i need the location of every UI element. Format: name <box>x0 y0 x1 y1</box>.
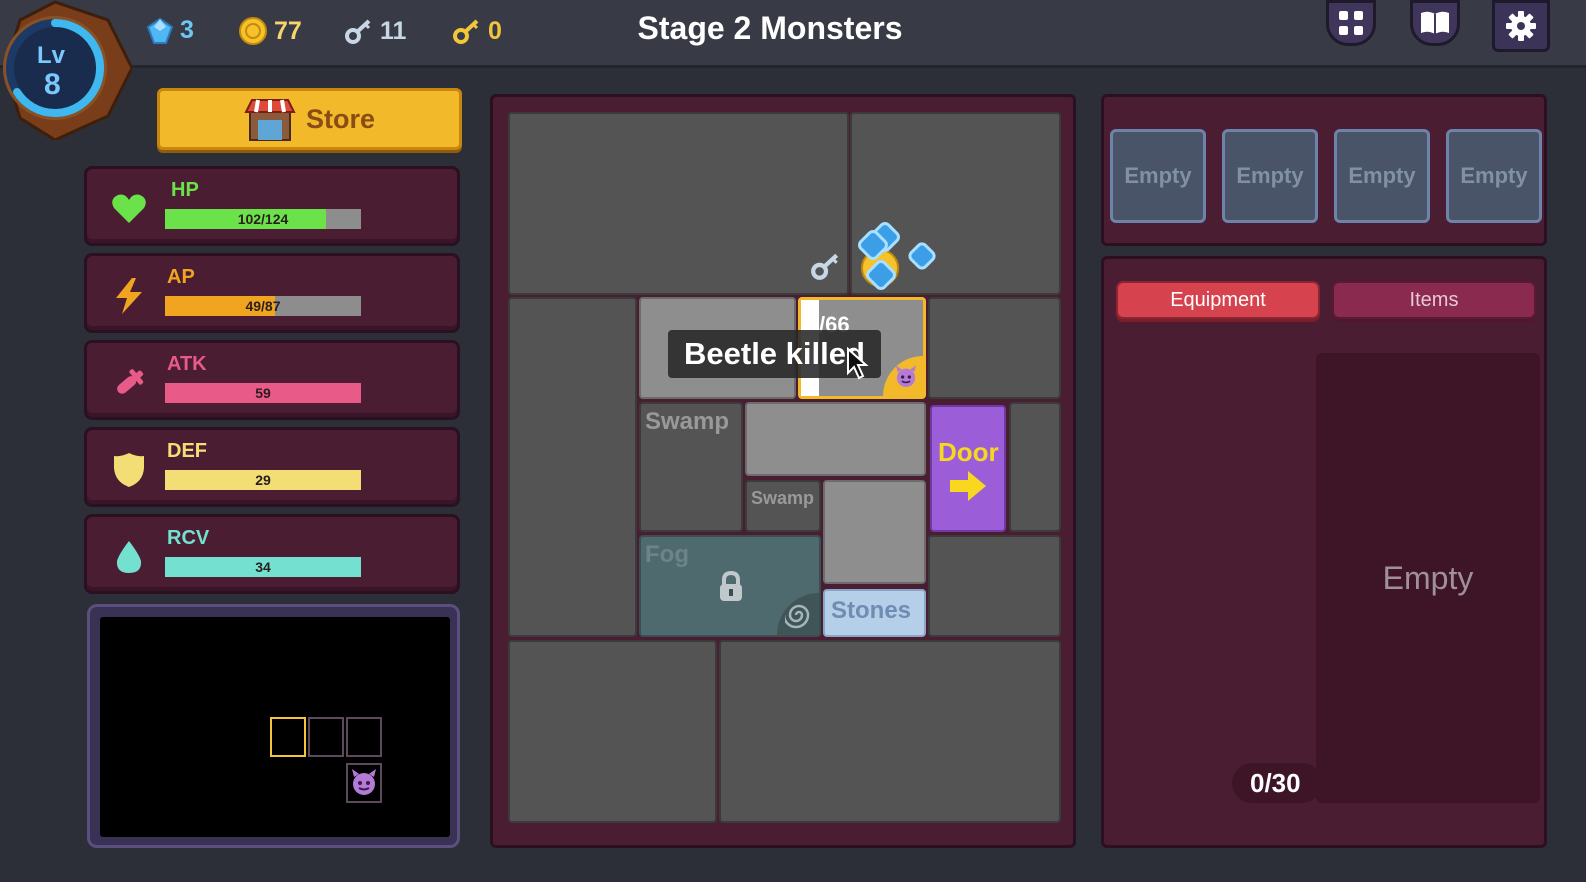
def-bar: 29 <box>165 470 361 490</box>
ap-value: 49/87 <box>245 298 281 314</box>
coin-count: 77 <box>274 16 302 45</box>
level-prefix: Lv <box>37 42 66 69</box>
equipment-slot[interactable]: Empty <box>1222 129 1318 223</box>
shield-icon <box>109 450 149 490</box>
minimap-view <box>100 617 450 837</box>
fullscreen-button[interactable] <box>1326 0 1376 46</box>
lightning-icon <box>109 276 149 316</box>
inventory-list: Empty <box>1316 353 1540 803</box>
room-tile[interactable] <box>508 112 849 295</box>
stat-name: ATK <box>167 353 207 375</box>
gear-icon <box>1506 11 1536 41</box>
coin-counter: 77 <box>238 16 302 46</box>
settings-button[interactable] <box>1492 0 1550 52</box>
swamp-tile[interactable]: Swamp <box>745 480 821 532</box>
stat-rcv: RCV 34 <box>84 514 460 594</box>
minimap[interactable] <box>87 604 460 848</box>
swamp-label: Swamp <box>645 408 730 435</box>
equipment-slot[interactable]: Empty <box>1334 129 1430 223</box>
store-button[interactable]: Store <box>157 88 462 150</box>
minimap-room-current <box>270 717 306 757</box>
stones-tile[interactable]: Stones <box>823 589 926 637</box>
door-label: Door <box>938 437 999 467</box>
tab-items[interactable]: Items <box>1332 281 1536 319</box>
room-tile[interactable] <box>823 480 926 584</box>
gem-counter: 3 <box>146 16 194 45</box>
stat-atk: ATK 59 <box>84 340 460 420</box>
room-tile[interactable] <box>928 535 1061 637</box>
stat-def: DEF 29 <box>84 427 460 507</box>
atk-bar: 59 <box>165 383 361 403</box>
monster-corner <box>883 356 923 396</box>
fog-tile[interactable]: Fog <box>639 535 821 637</box>
room-tile[interactable] <box>1009 402 1061 532</box>
game-board: /66 Swamp Swamp Door Fog Stones Beetle k… <box>490 94 1076 848</box>
door-tile[interactable]: Door <box>930 405 1006 532</box>
gold-key-counter: 0 <box>452 16 502 46</box>
inventory-panel: Equipment Items Empty 0/30 <box>1101 256 1547 848</box>
arrow-right-icon <box>950 471 986 501</box>
stat-name: HP <box>171 179 199 201</box>
ap-bar: 49/87 <box>165 296 361 316</box>
equipment-slots-panel: Empty Empty Empty Empty <box>1101 94 1547 246</box>
room-tile[interactable] <box>745 402 926 476</box>
hp-value: 102/124 <box>237 211 289 227</box>
silver-key-count: 11 <box>380 16 407 45</box>
inventory-empty-label: Empty <box>1382 559 1474 596</box>
cursor-icon <box>847 347 869 380</box>
level-value: 8 <box>44 68 61 101</box>
room-tile[interactable] <box>850 112 1061 295</box>
lock-icon <box>720 571 742 601</box>
rcv-value: 34 <box>255 559 271 575</box>
fog-corner <box>777 593 819 635</box>
minimap-room <box>308 717 344 757</box>
devil-icon <box>352 769 376 795</box>
coin-icon <box>239 17 267 45</box>
stat-name: DEF <box>167 440 207 462</box>
drop-icon <box>109 537 149 577</box>
silver-key-icon <box>345 19 371 44</box>
inventory-counter: 0/30 <box>1232 763 1322 803</box>
hp-bar: 102/124 <box>165 209 361 229</box>
equipment-slot[interactable]: Empty <box>1110 129 1206 223</box>
stones-label: Stones <box>831 597 912 624</box>
room-tile[interactable] <box>508 297 637 637</box>
room-tile[interactable] <box>508 640 717 823</box>
silver-key-counter: 11 <box>344 16 406 46</box>
gem-count: 3 <box>180 16 194 44</box>
shop-icon <box>244 99 296 141</box>
heart-icon <box>109 189 149 229</box>
swirl-icon <box>785 604 810 629</box>
level-badge: Lv 8 <box>0 0 134 142</box>
book-icon <box>1421 11 1449 34</box>
silver-key-icon <box>811 253 839 280</box>
gold-key-icon <box>453 19 479 44</box>
minimap-room <box>346 717 382 757</box>
stat-hp: HP 102/124 <box>84 166 460 246</box>
stat-ap: AP 49/87 <box>84 253 460 333</box>
stat-name: RCV <box>167 527 210 549</box>
store-label: Store <box>305 103 376 134</box>
equipment-slot[interactable]: Empty <box>1446 129 1542 223</box>
rcv-bar: 34 <box>165 557 361 577</box>
stat-name: AP <box>167 266 195 288</box>
book-button[interactable] <box>1410 0 1460 46</box>
sword-icon <box>109 363 149 403</box>
atk-value: 59 <box>255 385 271 401</box>
swamp-tile[interactable]: Swamp <box>639 402 743 532</box>
stage-title: Stage 2 Monsters <box>637 10 903 46</box>
minimap-room-monster <box>346 763 382 803</box>
swamp-label: Swamp <box>751 488 815 508</box>
tab-equipment[interactable]: Equipment <box>1116 281 1320 319</box>
fog-label: Fog <box>645 541 689 568</box>
gem-icon <box>146 17 174 44</box>
room-tile[interactable] <box>928 297 1061 399</box>
devil-icon <box>896 365 916 387</box>
loot-pile-icon <box>858 222 936 290</box>
def-value: 29 <box>255 472 271 488</box>
fullscreen-icon <box>1339 11 1363 35</box>
gold-key-count: 0 <box>488 16 502 45</box>
room-tile[interactable] <box>719 640 1061 823</box>
